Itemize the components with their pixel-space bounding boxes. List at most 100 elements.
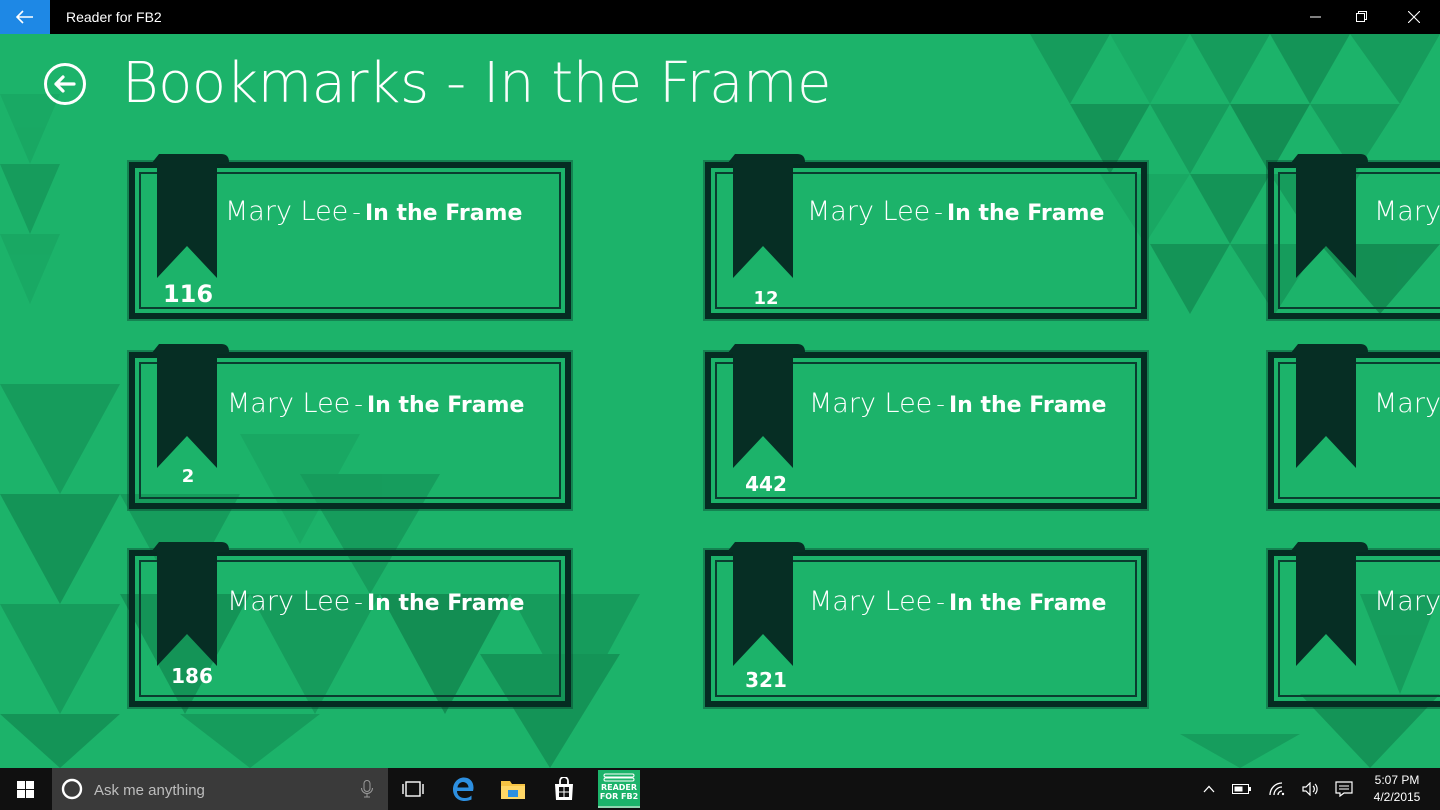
edge-button[interactable] [439,768,487,810]
page-back-button[interactable] [43,62,87,106]
close-button[interactable] [1391,0,1437,34]
bookmark-title-separator: - [936,390,945,418]
bookmark-author: Mary Lee [809,586,933,617]
file-explorer-icon [501,781,525,799]
bookmark-title: Mary [1374,388,1440,419]
arrow-left-circle-icon [44,63,86,105]
bookmark-card[interactable]: Mary [1266,154,1440,321]
title-bar: Reader for FB2 [0,0,1440,34]
bookmark-card[interactable]: Mary Lee - In the Frame 321 [703,542,1149,709]
page-title-main: Bookmarks [122,51,429,116]
action-center-button[interactable] [1331,768,1357,810]
bookmark-book-title: In the Frame [948,591,1107,616]
bookmark-page-number: 2 [181,466,195,487]
bookmark-title: Mary Lee - In the Frame [227,586,524,617]
restore-icon [1356,11,1367,22]
book-stack-icon [603,773,635,782]
bookmark-ribbon-icon [727,542,805,666]
cortana-icon [61,778,83,800]
bookmark-title: Mary [1374,586,1440,617]
bookmark-ribbon-icon [727,154,805,278]
volume-button[interactable] [1298,768,1324,810]
bookmark-title-separator: - [934,198,943,226]
bookmark-author: Mary Lee [227,586,351,617]
minimize-icon [1310,16,1321,18]
clock-time: 5:07 PM [1374,773,1420,787]
chevron-up-icon [1203,785,1215,793]
bookmark-ribbon-icon [727,344,805,468]
bookmark-book-title: In the Frame [946,201,1105,226]
windows-logo-icon [16,780,34,798]
clock-date: 4/2/2015 [1373,790,1421,804]
page-title: Bookmarks - In the Frame [122,48,831,120]
store-button[interactable] [540,768,588,810]
bookmark-title-separator: - [354,588,363,616]
battery-button[interactable] [1228,768,1256,810]
bookmark-card[interactable]: Mary Lee - In the Frame 2 [127,344,573,511]
titlebar-back-button[interactable] [0,0,50,34]
app-content: Bookmarks - In the Frame Mary Lee - In the… [0,34,1440,768]
bookmark-author: Mary Lee [227,388,351,419]
bookmark-title-separator: - [936,588,945,616]
bookmark-card[interactable]: Mary [1266,542,1440,709]
task-view-icon [402,781,424,797]
notifications-icon [1335,781,1353,797]
bookmark-title: Mary Lee - In the Frame [809,586,1106,617]
reader-tile-label-line1: READER [600,783,638,792]
search-box[interactable] [52,768,388,810]
bookmark-page-number: 321 [745,668,787,692]
bookmark-page-number: 12 [753,288,779,309]
file-explorer-button[interactable] [489,768,537,810]
reader-for-fb2-taskbar-button[interactable]: READER FOR FB2 [598,770,640,808]
arrow-left-icon [16,10,33,24]
close-icon [1408,11,1420,23]
bookmark-card[interactable]: Mary Lee - In the Frame 116 [127,154,573,321]
bookmark-ribbon-icon [1290,344,1368,468]
search-input[interactable] [92,777,346,803]
bookmark-card[interactable]: Mary Lee - In the Frame 12 [703,154,1149,321]
bookmark-page-number: 442 [745,472,787,496]
bookmark-title: Mary Lee - In the Frame [225,196,522,227]
bookmark-book-title: In the Frame [364,201,523,226]
bookmark-book-title: In the Frame [366,591,525,616]
bookmark-book-title: In the Frame [366,393,525,418]
microphone-icon[interactable] [360,780,374,798]
bookmark-title: Mary Lee - In the Frame [809,388,1106,419]
bookmark-title-separator: - [354,390,363,418]
system-clock[interactable]: 5:07 PM 4/2/2015 [1365,772,1429,806]
task-view-button[interactable] [389,768,437,810]
bookmark-card[interactable]: Mary [1266,344,1440,511]
bookmark-ribbon-icon [151,344,229,468]
wifi-icon [1269,782,1285,796]
bookmark-ribbon-icon [151,154,229,278]
bookmark-ribbon-icon [1290,542,1368,666]
bookmark-author: Mary Lee [809,388,933,419]
window-title: Reader for FB2 [66,9,162,25]
bookmark-ribbon-icon [151,542,229,666]
page-title-book: In the Frame [482,51,832,116]
network-button[interactable] [1264,768,1292,810]
store-icon [555,777,573,800]
bookmark-book-title: In the Frame [948,393,1107,418]
battery-icon [1232,784,1251,794]
taskbar: READER FOR FB2 5:07 PM 4/2/2015 [0,768,1440,810]
bookmark-page-number: 186 [171,664,213,688]
edge-icon [453,777,474,801]
bookmark-card[interactable]: Mary Lee - In the Frame 442 [703,344,1149,511]
bookmark-author: Mary [1374,388,1440,419]
show-hidden-icons-button[interactable] [1198,768,1220,810]
start-button[interactable] [0,768,50,810]
minimize-button[interactable] [1293,0,1339,34]
bookmark-page-number: 116 [162,280,214,308]
bookmark-title: Mary [1374,196,1440,227]
bookmark-title-separator: - [352,198,361,226]
bookmark-title: Mary Lee - In the Frame [227,388,524,419]
bookmark-author: Mary Lee [225,196,349,227]
page-title-separator: - [445,51,466,116]
bookmark-author: Mary [1374,586,1440,617]
bookmark-ribbon-icon [1290,154,1368,278]
speaker-icon [1302,782,1318,796]
bookmark-author: Mary [1374,196,1440,227]
bookmark-card[interactable]: Mary Lee - In the Frame 186 [127,542,573,709]
restore-button[interactable] [1339,0,1385,34]
